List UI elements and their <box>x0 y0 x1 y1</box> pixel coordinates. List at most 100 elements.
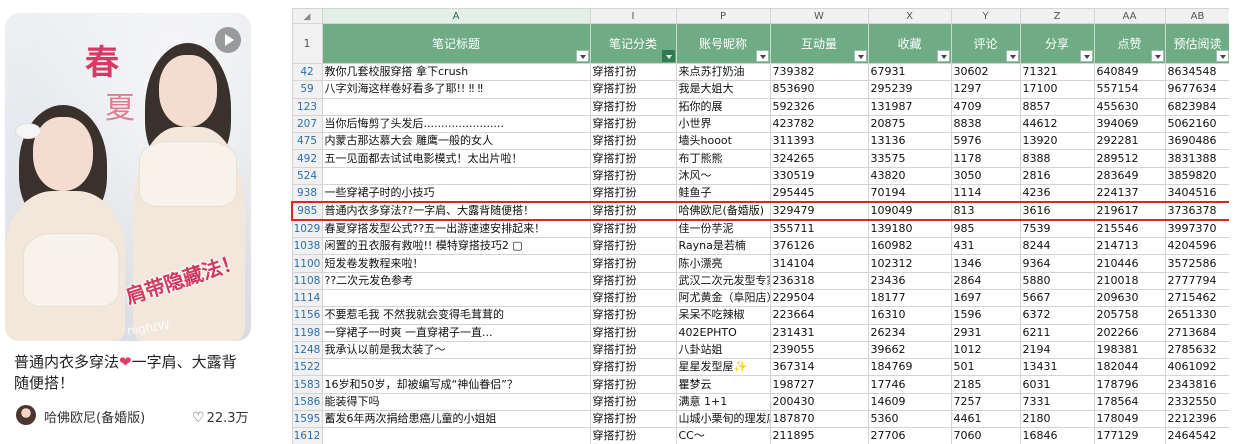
filter-dropdown-icon[interactable] <box>1005 50 1019 62</box>
select-all-corner[interactable]: ◢ <box>291 8 323 24</box>
cell-title[interactable]: 蓄发6年两次捐给患癌儿童的小姐姐 <box>321 410 591 429</box>
cell-favorites[interactable]: 67931 <box>867 62 952 82</box>
cell-likes[interactable]: 214713 <box>1093 237 1166 256</box>
column-header-P[interactable]: P <box>675 8 771 24</box>
row-number[interactable]: 207 <box>291 114 323 134</box>
cell-likes[interactable]: 224137 <box>1093 184 1166 203</box>
cell-category[interactable]: 穿搭打扮 <box>589 375 677 394</box>
cell-category[interactable]: 穿搭打扮 <box>589 184 677 203</box>
cell-category[interactable]: 穿搭打扮 <box>589 323 677 342</box>
cell-title[interactable] <box>321 166 591 186</box>
cell-est-reads[interactable]: 3736378 <box>1164 201 1229 222</box>
table-row[interactable]: 1583 16岁和50岁，却被编写成“神仙眷侣”？ 穿搭打扮 瞿梦云 19872… <box>291 375 1229 394</box>
cell-shares[interactable]: 8388 <box>1019 149 1095 168</box>
cell-category[interactable]: 穿搭打扮 <box>589 166 677 186</box>
table-row[interactable]: 1586 能装得下吗 穿搭打扮 满意 1+1 200430 14609 7257… <box>291 392 1229 412</box>
play-icon[interactable] <box>215 27 241 53</box>
cell-est-reads[interactable]: 3572586 <box>1164 254 1229 273</box>
note-title[interactable]: 普通内衣多穿法❤一字肩、大露背随便搭！ <box>14 352 244 394</box>
cell-account[interactable]: 呆呆不吃辣椒 <box>675 306 771 325</box>
note-card[interactable]: 春 夏 肩带隐藏法！ nightW 普通内衣多穿法❤一字肩、大露背随便搭！ 哈佛… <box>0 0 262 444</box>
cell-account[interactable]: 武汉二次元发型专家 <box>675 271 771 290</box>
cell-interactions[interactable]: 376126 <box>769 237 869 256</box>
cell-account[interactable]: 佳一份芋泥 <box>675 219 771 239</box>
cell-favorites[interactable]: 184769 <box>867 358 952 377</box>
cell-interactions[interactable]: 295445 <box>769 184 869 203</box>
cell-account[interactable]: 来点苏打奶油 <box>675 62 771 82</box>
cell-interactions[interactable]: 330519 <box>769 166 869 186</box>
row-number[interactable]: 1595 <box>291 410 323 429</box>
cell-est-reads[interactable]: 4061092 <box>1164 358 1229 377</box>
cell-comments[interactable]: 1697 <box>950 288 1021 308</box>
cell-category[interactable]: 穿搭打扮 <box>589 288 677 308</box>
cell-interactions[interactable]: 239055 <box>769 340 869 360</box>
cell-category[interactable]: 穿搭打扮 <box>589 306 677 325</box>
cell-interactions[interactable]: 236318 <box>769 271 869 290</box>
table-row[interactable]: 1029 春夏穿搭发型公式??五一出游速速安排起来！ 穿搭打扮 佳一份芋泥 35… <box>291 219 1229 239</box>
cell-comments[interactable]: 2931 <box>950 323 1021 342</box>
table-row[interactable]: 207 当你后悔剪了头发后....................... 穿搭打… <box>291 114 1229 134</box>
cell-title[interactable]: 一些穿裙子时的小技巧 <box>321 184 591 203</box>
cell-favorites[interactable]: 131987 <box>867 97 952 116</box>
filter-active-icon[interactable] <box>661 50 675 62</box>
row-number[interactable]: 1612 <box>291 427 323 444</box>
row-number[interactable]: 1108 <box>291 271 323 290</box>
cell-shares[interactable]: 5880 <box>1019 271 1095 290</box>
cell-comments[interactable]: 985 <box>950 219 1021 239</box>
filter-dropdown-icon[interactable] <box>1079 50 1093 62</box>
cell-title[interactable]: 能装得下吗 <box>321 392 591 412</box>
table-row[interactable]: 492 五一见面都去试试电影模式！太出片啦！ 穿搭打扮 布丁熊熊 324265 … <box>291 149 1229 168</box>
row-number[interactable]: 938 <box>291 184 323 203</box>
column-header-Z[interactable]: Z <box>1019 8 1095 24</box>
column-header-A[interactable]: A <box>321 8 591 24</box>
cell-interactions[interactable]: 231431 <box>769 323 869 342</box>
cell-favorites[interactable]: 27706 <box>867 427 952 444</box>
table-row[interactable]: 1522 穿搭打扮 星星发型屋✨ 367314 184769 501 13431… <box>291 358 1229 377</box>
cell-favorites[interactable]: 13136 <box>867 132 952 151</box>
cell-shares[interactable]: 8244 <box>1019 237 1095 256</box>
filter-dropdown-icon[interactable] <box>1150 50 1164 62</box>
row-number[interactable]: 1522 <box>291 358 323 377</box>
cell-likes[interactable]: 455630 <box>1093 97 1166 116</box>
cell-comments[interactable]: 1346 <box>950 254 1021 273</box>
cell-title[interactable] <box>321 288 591 308</box>
cell-interactions[interactable]: 223664 <box>769 306 869 325</box>
cell-shares[interactable]: 3616 <box>1019 201 1095 222</box>
cell-interactions[interactable]: 423782 <box>769 114 869 134</box>
cell-shares[interactable]: 17100 <box>1019 80 1095 99</box>
row-number[interactable]: 42 <box>291 62 323 82</box>
cell-shares[interactable]: 2194 <box>1019 340 1095 360</box>
cell-category[interactable]: 穿搭打扮 <box>589 201 677 222</box>
table-row[interactable]: 1595 蓄发6年两次捐给患癌儿童的小姐姐 穿搭打扮 山城小栗旬的理发店 187… <box>291 410 1229 429</box>
cell-favorites[interactable]: 70194 <box>867 184 952 203</box>
column-header-AB[interactable]: AB <box>1164 8 1229 24</box>
cell-category[interactable]: 穿搭打扮 <box>589 219 677 239</box>
cell-title[interactable]: 一穿裙子一时爽 一直穿裙子一直... <box>321 323 591 342</box>
cell-account[interactable]: 哈佛欧尼(备婚版) <box>675 201 771 222</box>
cell-shares[interactable]: 2816 <box>1019 166 1095 186</box>
cell-likes[interactable]: 178796 <box>1093 375 1166 394</box>
cell-est-reads[interactable]: 2343816 <box>1164 375 1229 394</box>
cell-interactions[interactable]: 200430 <box>769 392 869 412</box>
cell-est-reads[interactable]: 8634548 <box>1164 62 1229 82</box>
cell-account[interactable]: Rayna是若楠 <box>675 237 771 256</box>
cell-shares[interactable]: 9364 <box>1019 254 1095 273</box>
row-number[interactable]: 985 <box>291 201 323 222</box>
row-number[interactable]: 123 <box>291 97 323 116</box>
cell-title[interactable] <box>321 427 591 444</box>
column-header-W[interactable]: W <box>769 8 869 24</box>
cell-category[interactable]: 穿搭打扮 <box>589 358 677 377</box>
cell-shares[interactable]: 7539 <box>1019 219 1095 239</box>
table-row[interactable]: 1038 闲置的丑衣服有救啦!! 模特穿搭技巧2 ▢ 穿搭打扮 Rayna是若楠… <box>291 237 1229 256</box>
cell-shares[interactable]: 13920 <box>1019 132 1095 151</box>
row-number[interactable]: 1198 <box>291 323 323 342</box>
cell-title[interactable]: 春夏穿搭发型公式??五一出游速速安排起来！ <box>321 219 591 239</box>
cell-est-reads[interactable]: 3859820 <box>1164 166 1229 186</box>
cell-favorites[interactable]: 160982 <box>867 237 952 256</box>
row-number[interactable]: 1 <box>291 23 323 64</box>
cell-interactions[interactable]: 187870 <box>769 410 869 429</box>
cell-account[interactable]: 布丁熊熊 <box>675 149 771 168</box>
cell-category[interactable]: 穿搭打扮 <box>589 114 677 134</box>
row-number[interactable]: 1586 <box>291 392 323 412</box>
cell-account[interactable]: 墙头hooot <box>675 132 771 151</box>
